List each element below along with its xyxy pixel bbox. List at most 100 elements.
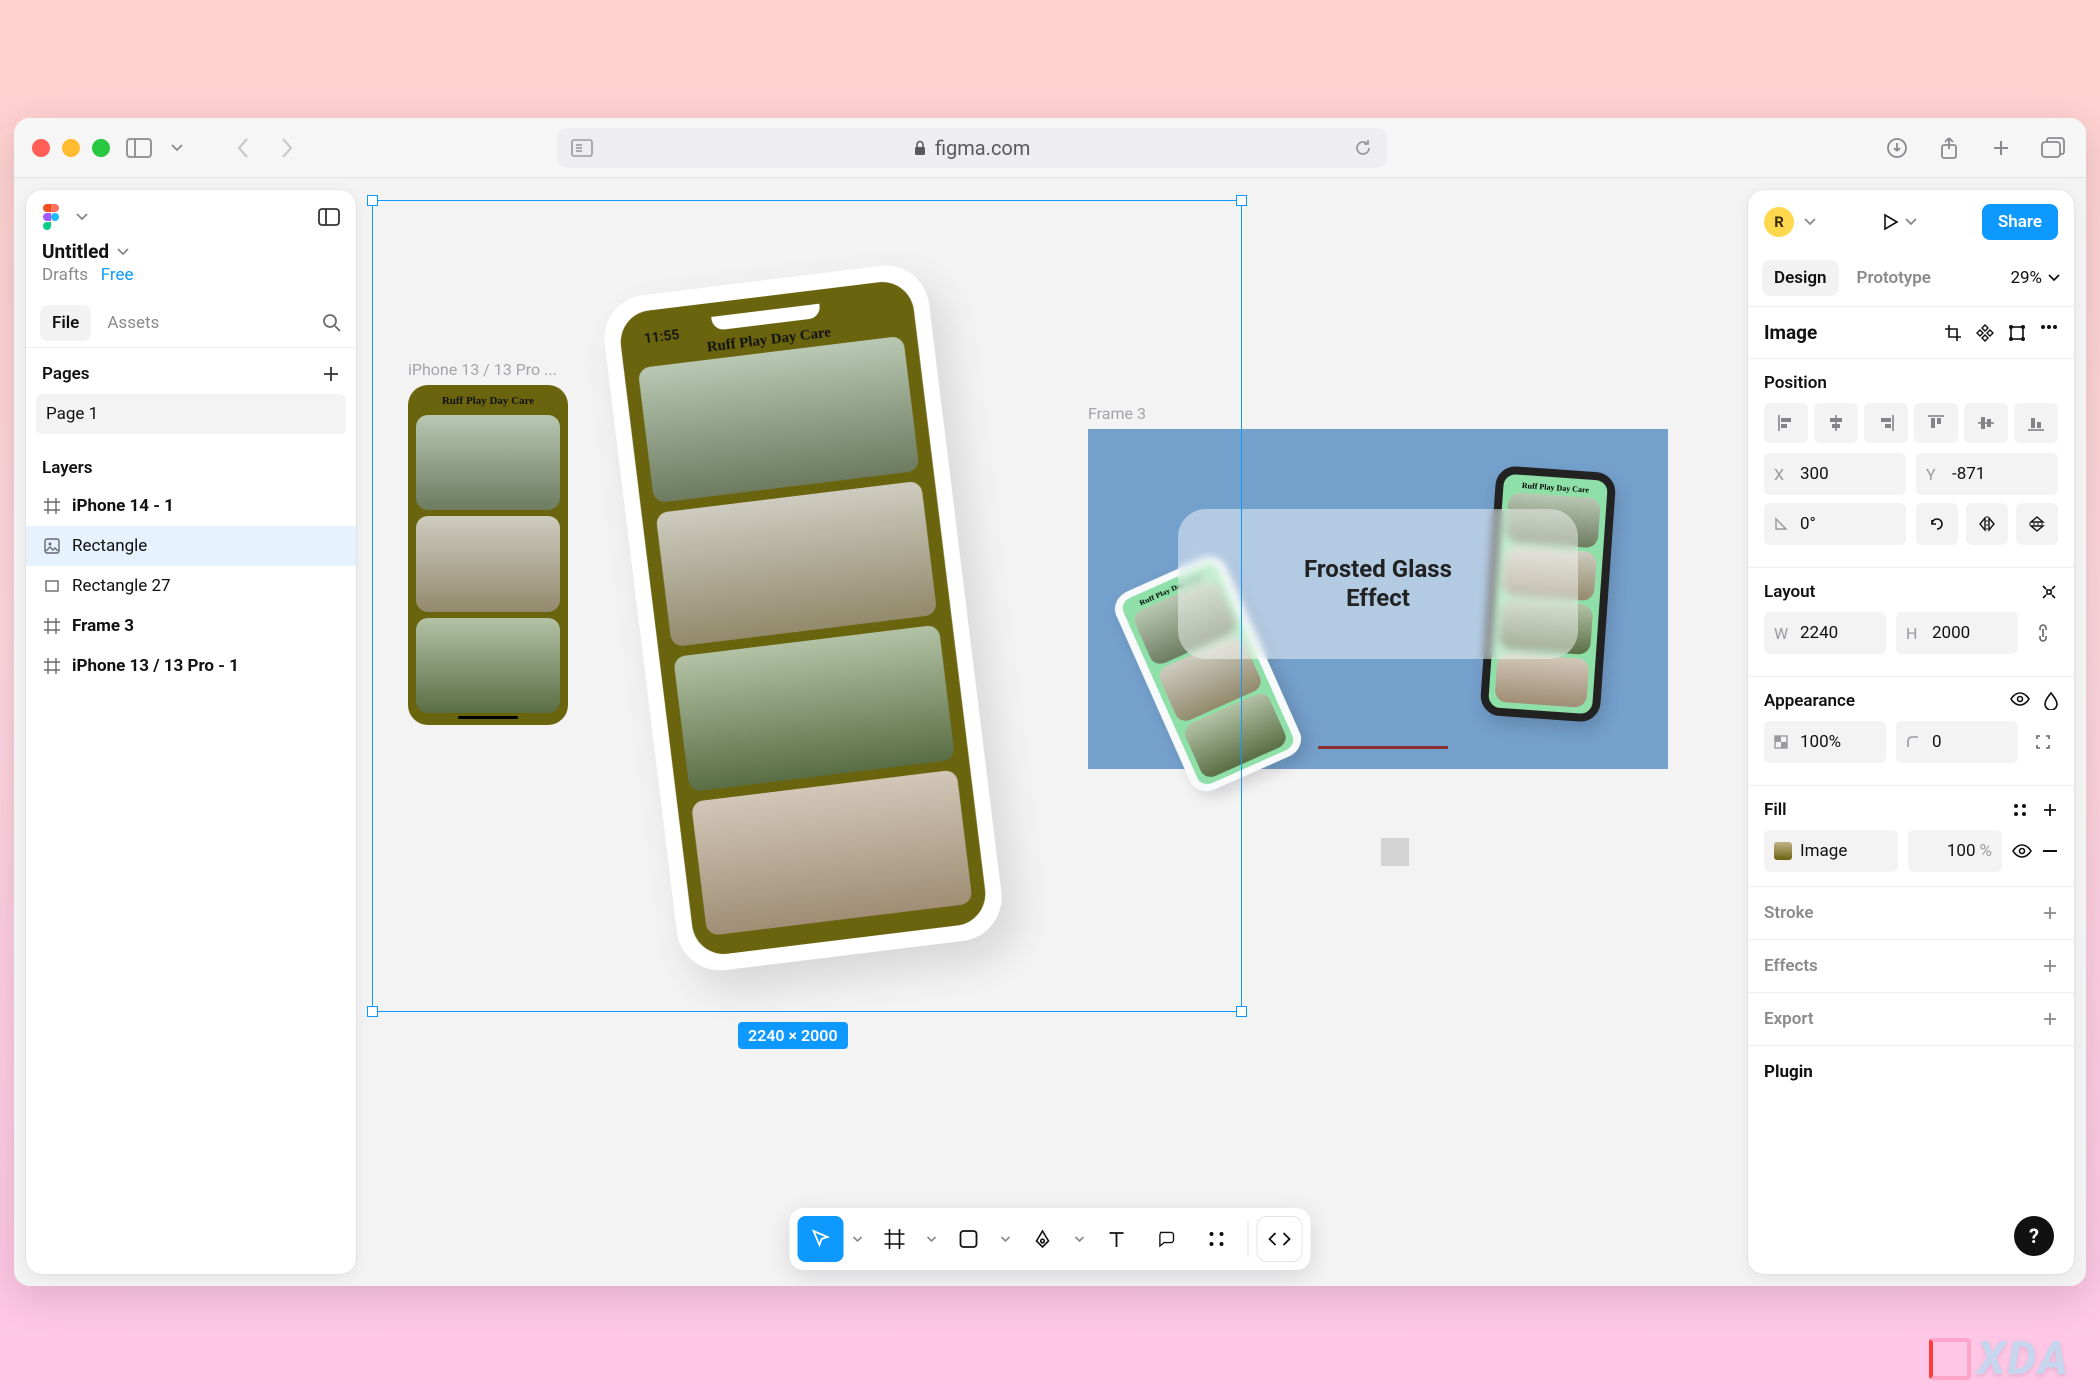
layer-row[interactable]: Frame 3 <box>26 606 356 646</box>
chevron-down-icon[interactable] <box>1804 218 1816 226</box>
selection-box[interactable] <box>372 200 1242 1012</box>
visibility-icon[interactable] <box>2010 692 2030 710</box>
back-icon[interactable] <box>228 133 258 163</box>
canvas[interactable]: iPhone 13 / 13 Pro ... Frame 3 Ruff Play… <box>358 178 1746 1286</box>
rectangle-tool-icon[interactable] <box>946 1216 992 1262</box>
appearance-label: Appearance <box>1764 691 1855 711</box>
chevron-down-icon[interactable] <box>76 213 88 221</box>
zoom-control[interactable]: 29% <box>2010 268 2060 288</box>
more-icon[interactable] <box>2040 324 2058 342</box>
new-tab-icon[interactable] <box>1986 133 2016 163</box>
frame-tool-icon[interactable] <box>872 1216 918 1262</box>
crop-icon[interactable] <box>1944 324 1962 342</box>
chevron-down-icon[interactable] <box>848 1216 868 1262</box>
add-icon[interactable] <box>2042 1011 2058 1027</box>
safari-toolbar: figma.com <box>14 118 2086 178</box>
tab-design[interactable]: Design <box>1762 260 1839 296</box>
maximize-window-icon[interactable] <box>92 139 110 157</box>
chevron-down-icon[interactable] <box>117 248 129 256</box>
text-tool-icon[interactable] <box>1094 1216 1140 1262</box>
styles-icon[interactable] <box>2012 802 2028 818</box>
align-top-icon[interactable] <box>1914 403 1958 443</box>
download-icon[interactable] <box>1882 133 1912 163</box>
add-icon[interactable] <box>2042 905 2058 921</box>
rotate-90-icon[interactable] <box>1916 503 1958 545</box>
tab-prototype[interactable]: Prototype <box>1845 260 1943 296</box>
play-icon[interactable] <box>1881 213 1899 231</box>
effects-section[interactable]: Effects <box>1748 940 2074 993</box>
visibility-icon[interactable] <box>2012 844 2032 858</box>
edit-object-icon[interactable] <box>2008 324 2026 342</box>
align-vcenter-icon[interactable] <box>1964 403 2008 443</box>
refresh-icon[interactable] <box>1353 138 1373 158</box>
component-icon[interactable] <box>1976 324 1994 342</box>
flip-horizontal-icon[interactable] <box>1966 503 2008 545</box>
position-x-field[interactable]: X300 <box>1764 453 1906 495</box>
minimize-window-icon[interactable] <box>62 139 80 157</box>
chevron-down-icon[interactable] <box>1070 1216 1090 1262</box>
layer-row[interactable]: iPhone 14 - 1 <box>26 486 356 526</box>
radius-field[interactable]: 0 <box>1896 721 2018 763</box>
avatar[interactable]: R <box>1764 207 1794 237</box>
export-section[interactable]: Export <box>1748 993 2074 1046</box>
layer-row[interactable]: Rectangle 27 <box>26 566 356 606</box>
share-icon[interactable] <box>1934 133 1964 163</box>
search-icon[interactable] <box>322 313 342 333</box>
tabs-icon[interactable] <box>2038 133 2068 163</box>
figma-logo-icon[interactable] <box>42 204 68 230</box>
remove-fill-icon[interactable] <box>2042 849 2058 853</box>
share-button[interactable]: Share <box>1982 204 2058 240</box>
add-page-icon[interactable] <box>322 365 340 383</box>
plan-badge[interactable]: Free <box>101 265 134 285</box>
pen-tool-icon[interactable] <box>1020 1216 1066 1262</box>
collapse-panel-icon[interactable] <box>318 208 340 226</box>
image-icon <box>42 536 62 556</box>
move-tool-icon[interactable] <box>798 1216 844 1262</box>
tab-file[interactable]: File <box>40 305 91 341</box>
actions-tool-icon[interactable] <box>1194 1216 1240 1262</box>
width-field[interactable]: W2240 <box>1764 612 1886 654</box>
align-left-icon[interactable] <box>1764 403 1808 443</box>
sidebar-toggle-icon[interactable] <box>124 133 154 163</box>
align-bottom-icon[interactable] <box>2014 403 2058 443</box>
file-location[interactable]: Drafts <box>42 265 88 285</box>
rotation-field[interactable]: 0° <box>1764 503 1906 545</box>
comment-tool-icon[interactable] <box>1144 1216 1190 1262</box>
small-square[interactable] <box>1381 838 1409 866</box>
chevron-down-icon[interactable] <box>922 1216 942 1262</box>
layer-row[interactable]: Rectangle <box>26 526 356 566</box>
add-icon[interactable] <box>2042 958 2058 974</box>
tab-assets[interactable]: Assets <box>95 305 171 341</box>
chevron-down-icon[interactable] <box>1905 218 1917 226</box>
link-ratio-icon[interactable] <box>2028 612 2058 654</box>
add-fill-icon[interactable] <box>2042 802 2058 818</box>
fill-opacity[interactable]: 100% <box>1908 830 2002 872</box>
resize-handle-icon[interactable] <box>367 195 378 206</box>
resize-handle-icon[interactable] <box>1236 195 1247 206</box>
align-right-icon[interactable] <box>1864 403 1908 443</box>
chevron-down-icon[interactable] <box>996 1216 1016 1262</box>
flip-vertical-icon[interactable] <box>2016 503 2058 545</box>
file-title[interactable]: Untitled <box>42 240 109 263</box>
forward-icon[interactable] <box>272 133 302 163</box>
layer-row[interactable]: iPhone 13 / 13 Pro - 1 <box>26 646 356 686</box>
url-bar[interactable]: figma.com <box>557 128 1387 168</box>
auto-layout-icon[interactable] <box>2040 583 2058 601</box>
resize-handle-icon[interactable] <box>1236 1006 1247 1017</box>
dev-mode-icon[interactable] <box>1257 1216 1303 1262</box>
individual-corners-icon[interactable] <box>2028 721 2058 763</box>
page-item[interactable]: Page 1 <box>36 394 346 434</box>
stroke-section[interactable]: Stroke <box>1748 887 2074 940</box>
close-window-icon[interactable] <box>32 139 50 157</box>
help-icon[interactable]: ? <box>2014 1216 2054 1256</box>
fill-type[interactable]: Image <box>1764 830 1898 872</box>
resize-handle-icon[interactable] <box>367 1006 378 1017</box>
opacity-field[interactable]: 100% <box>1764 721 1886 763</box>
height-field[interactable]: H2000 <box>1896 612 2018 654</box>
position-y-field[interactable]: Y-871 <box>1916 453 2058 495</box>
chevron-down-icon[interactable] <box>168 133 186 163</box>
reader-icon[interactable] <box>571 139 593 157</box>
blend-mode-icon[interactable] <box>2044 692 2058 710</box>
plugin-section[interactable]: Plugin <box>1748 1046 2074 1098</box>
align-hcenter-icon[interactable] <box>1814 403 1858 443</box>
